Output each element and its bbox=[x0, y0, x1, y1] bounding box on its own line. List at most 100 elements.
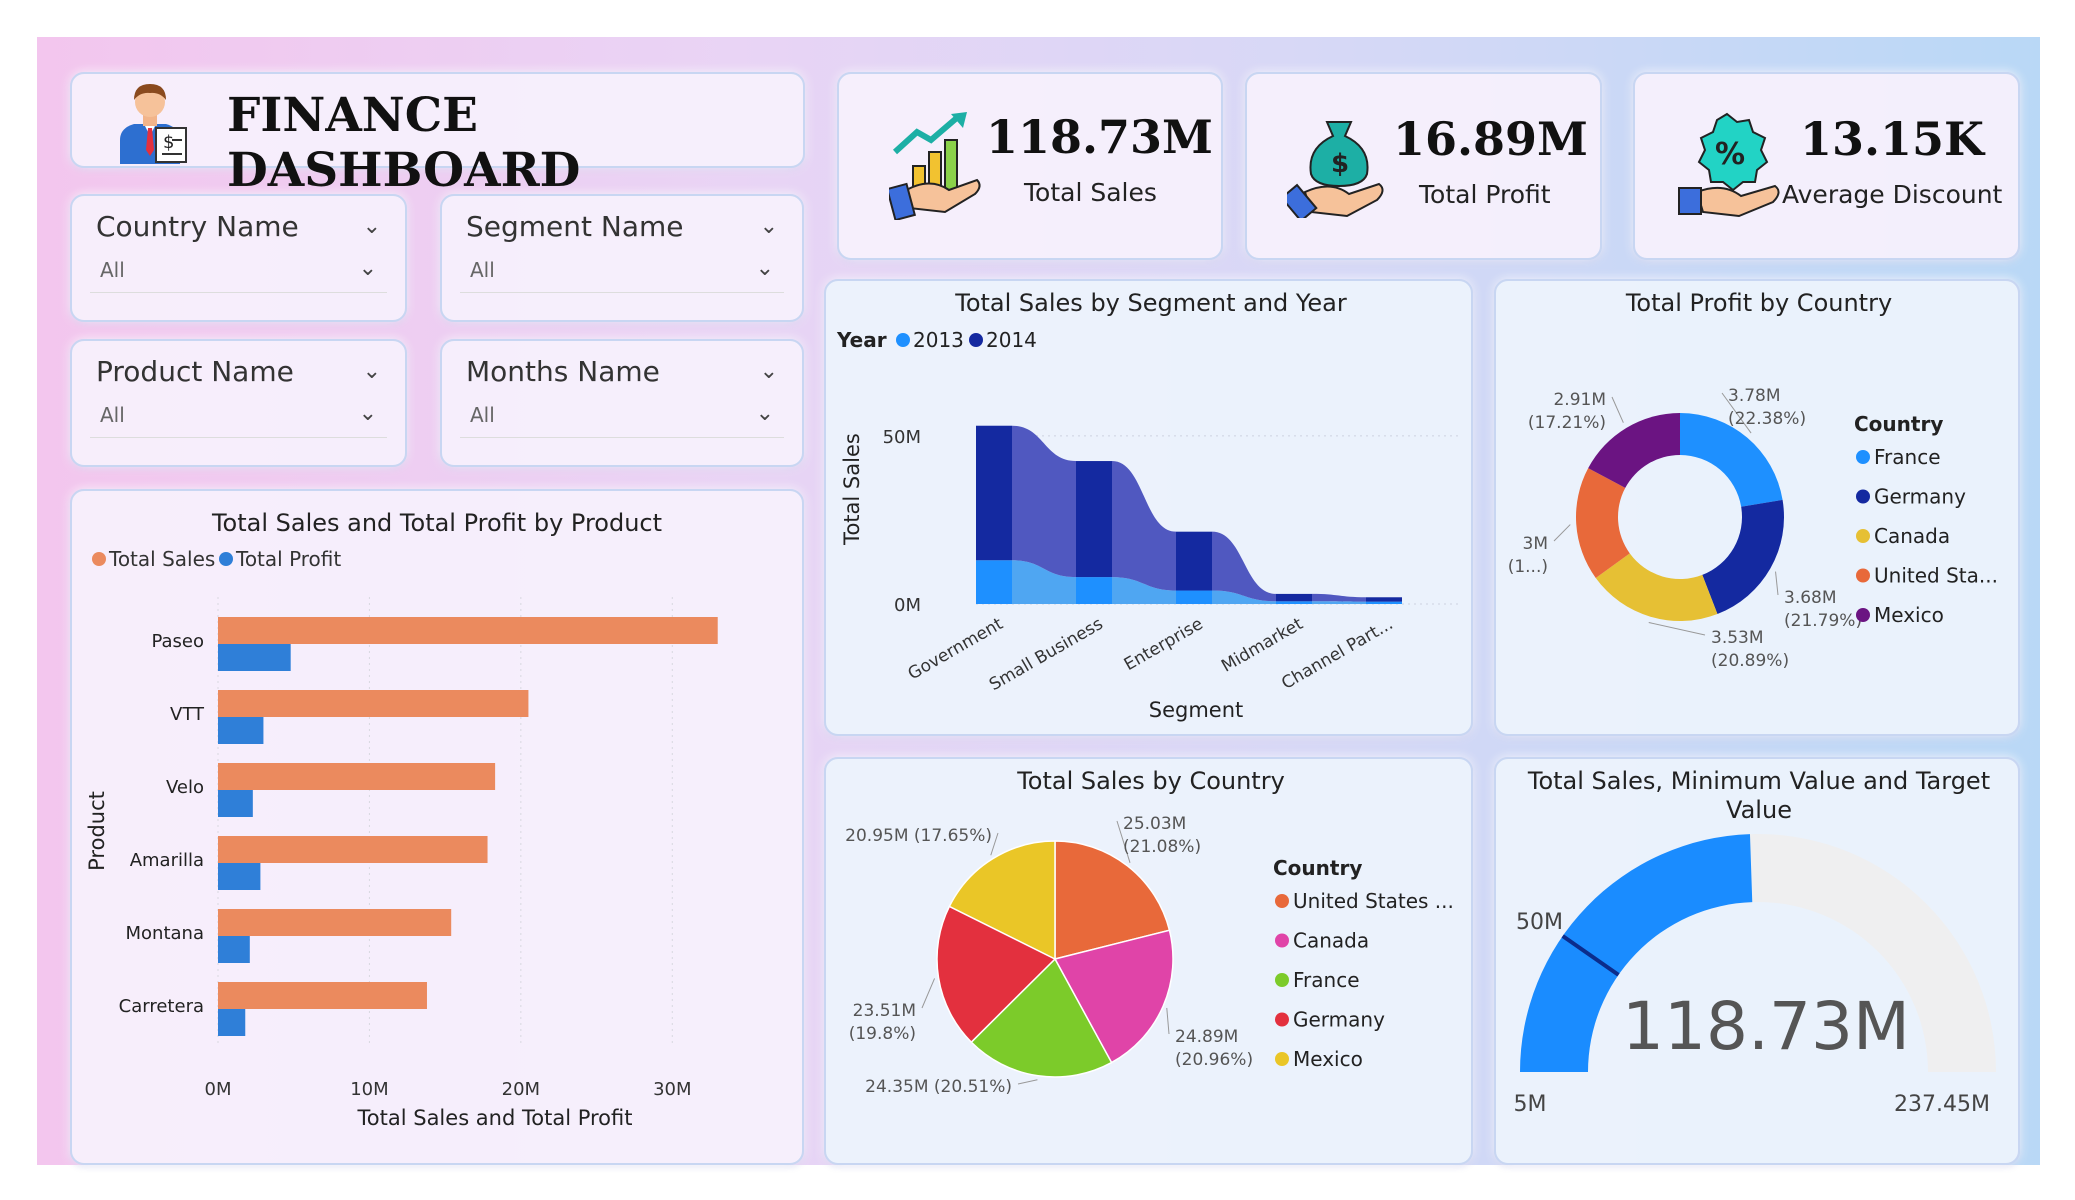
title-card: $ FINANCE DASHBOARD bbox=[70, 72, 805, 198]
profit-bar bbox=[218, 644, 291, 671]
kpi-value: 13.15K bbox=[1800, 112, 1985, 166]
chart-card-gauge: Total Sales, Minimum Value and Target Val… bbox=[1494, 757, 2020, 1165]
ribbon-2013 bbox=[1312, 601, 1366, 604]
legend-marker bbox=[1856, 608, 1870, 622]
gauge-value: 118.73M bbox=[1622, 988, 1910, 1065]
sales-bar bbox=[218, 836, 488, 863]
ribbon-2014 bbox=[1212, 531, 1276, 602]
kpi-value: 118.73M bbox=[986, 110, 1213, 164]
leader-line bbox=[1553, 524, 1571, 542]
legend-marker bbox=[1275, 894, 1289, 908]
data-label: 3.78M bbox=[1728, 386, 1781, 406]
legend-marker bbox=[1856, 450, 1870, 464]
chart-title: Total Sales and Total Profit by Product bbox=[211, 509, 662, 537]
slicer-value: All bbox=[100, 258, 125, 282]
legend-label: Canada bbox=[1293, 929, 1369, 953]
legend-label: Germany bbox=[1874, 485, 1966, 509]
ribbon-2014 bbox=[1312, 593, 1366, 602]
chevron-down-icon[interactable]: ⌄ bbox=[760, 359, 778, 384]
x-axis-title: Segment bbox=[1149, 698, 1244, 722]
slicer-value: All bbox=[470, 403, 495, 427]
y-tick-label: 50M bbox=[883, 427, 921, 448]
product-bar-chart[interactable]: Total Sales and Total Profit by Product T… bbox=[72, 491, 802, 1163]
chart-card-segment: Total Sales by Segment and Year Year 2013 2… bbox=[824, 279, 1473, 736]
bar-2013 bbox=[1366, 601, 1402, 604]
chart-card-product: Total Sales and Total Profit by Product T… bbox=[70, 489, 804, 1165]
country-slicer[interactable]: Country Name ⌄ All ⌄ bbox=[70, 194, 407, 322]
sales-country-pie-chart[interactable]: Total Sales by Country 25.03M (21.08%) 24.8… bbox=[826, 759, 1471, 1163]
data-label: 24.89M bbox=[1175, 1027, 1238, 1047]
sales-gauge-chart[interactable]: Total Sales, Minimum Value and TargetVal… bbox=[1496, 759, 2018, 1163]
data-label: 24.35M (20.51%) bbox=[865, 1077, 1012, 1097]
chevron-down-icon[interactable]: ⌄ bbox=[359, 401, 377, 426]
slicer-dropdown[interactable]: All ⌄ bbox=[460, 250, 784, 293]
months-slicer[interactable]: Months Name ⌄ All ⌄ bbox=[440, 339, 804, 467]
chevron-down-icon[interactable]: ⌄ bbox=[756, 256, 774, 281]
min-label: 5M bbox=[1514, 1092, 1547, 1117]
legend-marker bbox=[1275, 1052, 1289, 1066]
y-axis-title: Product bbox=[85, 791, 109, 871]
category-label: Enterprise bbox=[1121, 614, 1207, 675]
data-label: (17.21%) bbox=[1528, 413, 1606, 433]
sales-bar bbox=[218, 690, 529, 717]
svg-text:$: $ bbox=[1331, 149, 1349, 179]
sales-bar bbox=[218, 763, 496, 790]
data-label: 3M bbox=[1523, 534, 1548, 554]
svg-text:$: $ bbox=[163, 132, 174, 153]
chart-title: Total Sales by Country bbox=[1016, 767, 1285, 795]
legend-marker bbox=[1856, 529, 1870, 543]
data-label: (19.8%) bbox=[849, 1024, 916, 1044]
legend-marker bbox=[1275, 973, 1289, 987]
legend-label: France bbox=[1293, 968, 1360, 992]
sales-bar bbox=[218, 909, 452, 936]
legend-label: 2013 bbox=[913, 328, 964, 352]
bar-2014 bbox=[976, 425, 1012, 561]
slicer-label: Product Name bbox=[96, 355, 294, 388]
profit-bar bbox=[218, 936, 250, 963]
bar-2013 bbox=[1076, 577, 1112, 604]
data-label: 25.03M bbox=[1123, 814, 1186, 834]
dashboard-canvas: $ FINANCE DASHBOARD Country Name ⌄ All ⌄… bbox=[37, 37, 2040, 1165]
slicer-dropdown[interactable]: All ⌄ bbox=[460, 395, 784, 438]
chart-card-profit-country: Total Profit by Country 3.78M (22.38%) 3.68… bbox=[1494, 279, 2020, 736]
category-label: Amarilla bbox=[130, 850, 204, 871]
legend-title: Year bbox=[836, 328, 887, 352]
data-label: (21.79%) bbox=[1784, 611, 1862, 631]
chevron-down-icon[interactable]: ⌄ bbox=[359, 256, 377, 281]
ribbon-2014 bbox=[1112, 461, 1176, 591]
y-tick-label: 0M bbox=[894, 595, 921, 616]
x-tick-label: 30M bbox=[653, 1079, 691, 1100]
ribbon-2014 bbox=[1012, 425, 1076, 578]
legend-marker bbox=[896, 333, 910, 347]
chevron-down-icon[interactable]: ⌄ bbox=[760, 214, 778, 239]
leader-line bbox=[1611, 396, 1624, 423]
data-label: (20.89%) bbox=[1711, 651, 1789, 671]
sales-growth-icon bbox=[889, 112, 981, 220]
x-tick-label: 10M bbox=[350, 1079, 388, 1100]
legend-label: Germany bbox=[1293, 1008, 1385, 1032]
category-label: Velo bbox=[166, 777, 204, 798]
category-label: Paseo bbox=[151, 631, 204, 652]
legend-marker bbox=[1856, 568, 1870, 583]
legend-title: Country bbox=[1854, 412, 1943, 436]
slicer-dropdown[interactable]: All ⌄ bbox=[90, 250, 387, 293]
legend-label: Total Sales bbox=[108, 547, 215, 571]
data-label: (22.38%) bbox=[1728, 409, 1806, 429]
data-label: (1...) bbox=[1508, 557, 1548, 577]
chevron-down-icon[interactable]: ⌄ bbox=[756, 401, 774, 426]
legend-marker bbox=[969, 333, 983, 347]
slicer-dropdown[interactable]: All ⌄ bbox=[90, 395, 387, 438]
segment-ribbon-chart[interactable]: Total Sales by Segment and Year Year 2013 2… bbox=[826, 281, 1471, 734]
kpi-label: Total Profit bbox=[1419, 180, 1551, 209]
chevron-down-icon[interactable]: ⌄ bbox=[363, 214, 381, 239]
legend-label: Mexico bbox=[1874, 603, 1944, 627]
bar-2014 bbox=[1276, 593, 1312, 602]
slicer-value: All bbox=[470, 258, 495, 282]
chevron-down-icon[interactable]: ⌄ bbox=[363, 359, 381, 384]
product-slicer[interactable]: Product Name ⌄ All ⌄ bbox=[70, 339, 407, 467]
profit-country-donut-chart[interactable]: Total Profit by Country 3.78M (22.38%) 3.68… bbox=[1496, 281, 2018, 734]
segment-slicer[interactable]: Segment Name ⌄ All ⌄ bbox=[440, 194, 804, 322]
donut-slice bbox=[1702, 499, 1784, 615]
x-tick-label: 20M bbox=[502, 1079, 540, 1100]
x-tick-label: 0M bbox=[205, 1079, 232, 1100]
